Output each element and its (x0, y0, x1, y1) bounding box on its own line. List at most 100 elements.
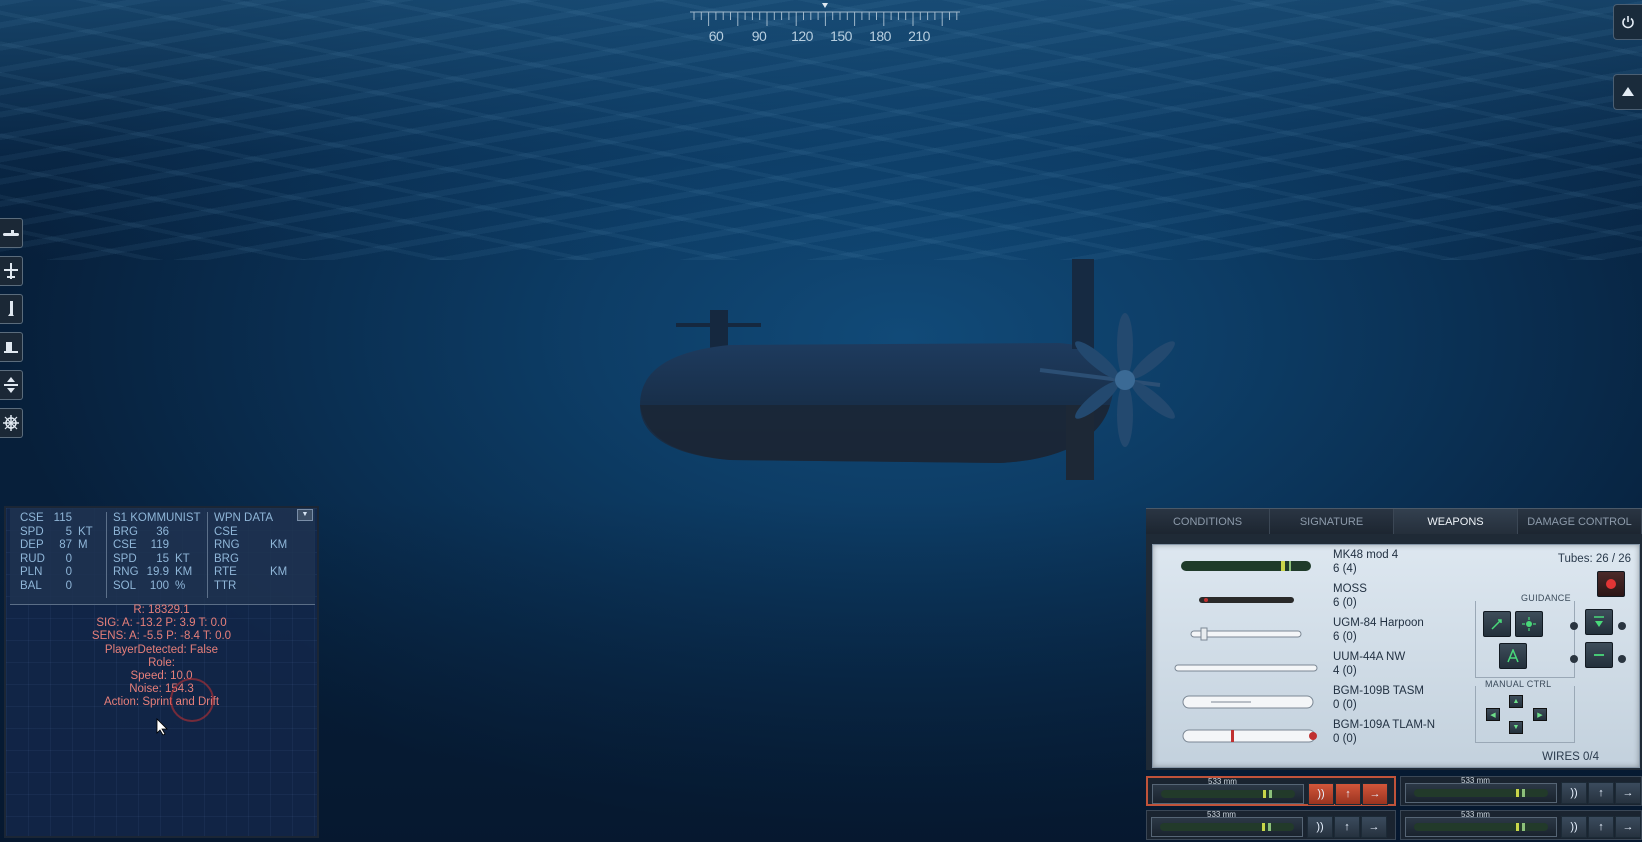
torpedo-tube-1[interactable]: 533 mm)) ↑ → (1146, 776, 1396, 806)
row-label: RNG (113, 566, 139, 579)
row-value: 0 (65, 552, 72, 565)
data-row: RTE KM (214, 566, 287, 580)
weapon-name: UUM-44A NW (1333, 651, 1406, 663)
tube-launch-button[interactable]: ↑ (1335, 783, 1361, 805)
panel-tabs: CONDITIONS SIGNATURE WEAPONS DAMAGE CONTROL (1146, 508, 1642, 535)
compass-heading-tape: 60 90 120 150 180 210 (690, 0, 960, 50)
row-label: RUD (20, 552, 45, 565)
periscope-button[interactable] (1613, 74, 1642, 110)
letter-a-icon (1507, 649, 1519, 663)
sonar-ping-icon: )) (1317, 788, 1325, 800)
weapon-icon (1171, 727, 1321, 745)
data-row: CSE 119 (113, 539, 201, 553)
depth-icon (4, 377, 18, 393)
tab-signature[interactable]: SIGNATURE (1270, 509, 1394, 535)
row-label: CSE (113, 539, 137, 552)
fire-button[interactable] (1597, 571, 1625, 597)
power-button[interactable] (1613, 4, 1642, 40)
tab-damage-control[interactable]: DAMAGE CONTROL (1518, 509, 1642, 535)
down-arrow-icon (1594, 616, 1604, 627)
mouse-pointer-icon (156, 718, 168, 741)
tube-launch-button[interactable]: ↑ (1334, 816, 1360, 838)
data-row: BRG 36 (113, 526, 201, 540)
weapon-icon (1171, 625, 1321, 643)
weapon-count: 4 (0) (1333, 664, 1357, 677)
collapse-panel-button[interactable]: ▼ (297, 509, 313, 521)
tube-sonar-button[interactable]: )) (1561, 782, 1587, 804)
tab-weapons[interactable]: WEAPONS (1394, 509, 1518, 535)
enemy-submarine (640, 255, 1240, 495)
weapon-row[interactable]: BGM-109B TASM 0 (0) (1153, 685, 1453, 719)
manual-right-button[interactable]: ▶ (1533, 708, 1547, 721)
tube-flood-button[interactable]: → (1362, 783, 1388, 805)
manual-left-button[interactable]: ◀ (1486, 708, 1500, 721)
tube-sonar-button[interactable]: )) (1307, 816, 1333, 838)
launch-icon: ↑ (1344, 821, 1350, 833)
weapon-row[interactable]: BGM-109A TLAM-N 0 (0) (1153, 719, 1453, 753)
weapon-row[interactable]: MOSS 6 (0) (1153, 583, 1453, 617)
ship-view-button[interactable] (0, 332, 23, 362)
weapon-count: 6 (0) (1333, 630, 1357, 643)
course-icon (1491, 619, 1502, 630)
row-unit: % (175, 579, 186, 592)
row-unit: KM (270, 539, 288, 552)
tube-torpedo-slot (1151, 817, 1303, 837)
tube-sonar-button[interactable]: )) (1561, 816, 1587, 838)
missile-view-button[interactable] (0, 294, 23, 324)
heading-marker-icon (822, 3, 828, 8)
weapon-count: 6 (0) (1333, 596, 1357, 609)
tab-conditions[interactable]: CONDITIONS (1146, 509, 1270, 535)
weapon-count: 0 (0) (1333, 732, 1357, 745)
tube-launch-button[interactable]: ↑ (1588, 782, 1614, 804)
weapon-row[interactable]: MK48 mod 46 (4) (1153, 549, 1453, 583)
torpedo-tube-4[interactable]: 533 mm)) ↑ → (1400, 810, 1642, 840)
helm-view-button[interactable] (0, 408, 23, 438)
compass-ticks (690, 3, 960, 26)
level-button[interactable] (1585, 642, 1613, 668)
contact-data: S1 KOMMUNIST BRG 36 CSE 119 SPD 15 KT RNG 19.9 KM S… (113, 512, 201, 594)
tube-launch-button[interactable]: ↑ (1588, 816, 1614, 838)
ownship-data: CSE 115 SPD 5 KT DEP 87 M RUD 0 PLN 0 BAL 0 (20, 512, 93, 594)
aircraft-view-button[interactable] (0, 256, 23, 286)
debug-line: Action: Sprint and Drift (103, 696, 220, 709)
row-value: 5 (65, 525, 72, 538)
target-marker-ring[interactable] (170, 678, 214, 722)
tube-sonar-button[interactable]: )) (1308, 783, 1334, 805)
power-icon (1622, 16, 1634, 29)
row-label: CSE (214, 525, 238, 538)
row-value: 15 (156, 552, 169, 565)
row-label: BRG (113, 525, 138, 538)
weapon-info: BGM-109A TLAM-N 0 (0) (1333, 719, 1435, 746)
hud-data-strip: CSE 115 SPD 5 KT DEP 87 M RUD 0 PLN 0 BAL 0 S1 KOMMUN… (10, 508, 315, 605)
tube-flood-button[interactable]: → (1615, 816, 1641, 838)
depth-view-button[interactable] (0, 370, 23, 400)
weapon-icon (1171, 659, 1321, 677)
weapon-row[interactable]: UGM-84 Harpoon 6 (0) (1153, 617, 1453, 651)
autonomous-button[interactable] (1499, 643, 1527, 669)
data-row: BAL 0 (20, 580, 93, 594)
data-row: BRG (214, 553, 287, 567)
submarine-view-button[interactable] (0, 218, 23, 248)
weapon-row[interactable]: UUM-44A NW 4 (0) (1153, 651, 1453, 685)
search-pattern-button[interactable] (1515, 611, 1543, 637)
row-value: 19.9 (146, 566, 169, 579)
row-unit: KT (175, 552, 190, 565)
debug-line: Role: (148, 656, 175, 669)
row-label: SOL (113, 579, 137, 592)
row-value: 100 (149, 579, 169, 592)
row-value: 0 (65, 579, 72, 592)
flood-icon: → (1369, 788, 1381, 800)
torpedo-tube-3[interactable]: 533 mm)) ↑ → (1146, 810, 1396, 840)
weapon-info: MOSS 6 (0) (1333, 583, 1367, 610)
tube-flood-button[interactable]: → (1615, 782, 1641, 804)
flood-icon: → (1622, 787, 1634, 799)
guidance-mode-button[interactable] (1483, 611, 1511, 637)
depth-down-button[interactable] (1585, 609, 1613, 635)
torpedo-tube-2[interactable]: 533 mm)) ↑ → (1400, 776, 1642, 806)
manual-down-button[interactable]: ▼ (1509, 721, 1523, 734)
manual-up-button[interactable]: ▲ (1509, 695, 1523, 708)
tube-flood-button[interactable]: → (1361, 816, 1387, 838)
sonar-ping-icon: )) (1316, 821, 1324, 833)
row-label: SPD (20, 525, 44, 538)
data-row: CSE (214, 526, 287, 540)
